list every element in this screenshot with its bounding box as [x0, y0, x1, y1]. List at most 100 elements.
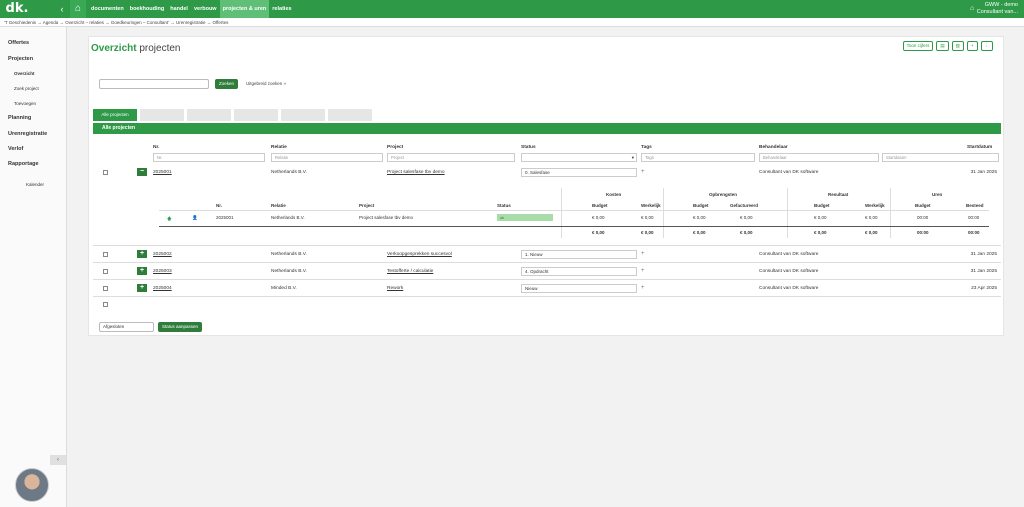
row-checkbox[interactable] — [103, 286, 108, 291]
filter-status-select[interactable]: ▾ — [521, 153, 637, 162]
menu-verbouw[interactable]: verbouw — [191, 0, 220, 18]
user-avatar[interactable] — [15, 468, 49, 502]
collapse-sidebar-icon[interactable]: ‹ — [50, 455, 66, 465]
add-tag-icon[interactable]: + — [641, 285, 645, 291]
row-project-link[interactable]: Testofferte / calculatie — [387, 269, 433, 274]
row-relatie: Netherlands B.V. — [271, 170, 307, 175]
sub-col-uren-besteed: Besteed — [966, 203, 984, 208]
col-header-nr[interactable]: Nr. — [153, 145, 159, 150]
row-checkbox[interactable] — [103, 252, 108, 257]
filter-tags[interactable]: Tags — [641, 153, 755, 162]
arrow-up-icon[interactable]: 🡅 — [167, 215, 172, 223]
sidebar-subitem-overzicht[interactable]: Overzicht — [14, 71, 35, 76]
tab-5[interactable] — [281, 109, 325, 121]
row-project-link[interactable]: Verkoopgesprekken succesvol — [387, 252, 452, 257]
col-header-project[interactable]: Project — [387, 145, 403, 150]
row-project-link[interactable]: Rework — [387, 286, 403, 291]
status-select[interactable]: Afgesloten — [99, 322, 154, 332]
row-checkbox[interactable] — [103, 269, 108, 274]
add-icon[interactable]: + — [966, 41, 978, 51]
main-panel: Overzicht projecten Toon cijfers ▤ ▥ + ⋮… — [88, 36, 1004, 336]
tab-4[interactable] — [234, 109, 278, 121]
col-header-tags[interactable]: Tags — [641, 145, 652, 150]
row-status-select[interactable]: Nieuw — [521, 284, 637, 293]
menu-boekhouding[interactable]: boekhouding — [127, 0, 168, 18]
col-header-behandelaar[interactable]: Behandelaar — [759, 145, 788, 150]
tab-2[interactable] — [140, 109, 184, 121]
tab-3[interactable] — [187, 109, 231, 121]
sub-relatie: Netherlands B.V. — [271, 215, 305, 220]
sidebar-item-rapportage[interactable]: Rapportage — [8, 161, 39, 167]
sidebar-item-kalender[interactable]: Kalender — [26, 182, 44, 187]
row-checkbox[interactable] — [103, 170, 108, 175]
sub-value: 00:00 — [968, 215, 980, 220]
menu-documenten[interactable]: documenten — [88, 0, 127, 18]
group-kosten: Kosten — [606, 192, 622, 197]
row-status-select[interactable]: 0. Salesfase — [521, 168, 637, 177]
save-icon[interactable]: ▤ — [936, 41, 949, 51]
menu-relaties[interactable]: relaties — [269, 0, 294, 18]
chevron-left-icon[interactable]: ‹ — [56, 0, 68, 18]
document-icon[interactable]: ▥ — [951, 41, 964, 51]
add-tag-icon[interactable]: + — [641, 251, 645, 257]
row-status-select[interactable]: 1. Nieuw — [521, 250, 637, 259]
sidebar-subitem-toevoegen[interactable]: Toevoegen — [14, 101, 36, 106]
sub-total: € 0,00 — [740, 230, 753, 235]
dk-logo[interactable]: dk. — [0, 0, 34, 18]
filter-nr[interactable]: Nr. — [153, 153, 265, 162]
sub-value: 00:00 — [917, 215, 929, 220]
sub-nr: 2025001 — [216, 215, 234, 220]
sidebar-item-offertes[interactable]: Offertes — [8, 40, 29, 46]
toon-cijfers-button[interactable]: Toon cijfers — [902, 41, 934, 51]
sidebar-item-projecten[interactable]: Projecten — [8, 56, 33, 62]
collapse-row-button[interactable]: − — [137, 168, 147, 176]
row-nr-link[interactable]: 2025004 — [153, 286, 172, 291]
row-behandelaar: Consultant van DK software — [759, 286, 819, 291]
search-button[interactable]: Zoeken — [215, 79, 239, 89]
sidebar: Offertes Projecten Overzicht Zoek projec… — [0, 27, 67, 507]
home-icon[interactable]: ⌂ — [70, 0, 86, 18]
filter-startdatum[interactable]: Startdatum — [882, 153, 999, 162]
col-header-startdatum[interactable]: Startdatum — [967, 145, 992, 150]
select-all-checkbox[interactable] — [103, 302, 108, 307]
search-input[interactable] — [99, 79, 209, 89]
expand-row-button[interactable]: + — [137, 284, 147, 292]
add-tag-icon[interactable]: + — [641, 268, 645, 274]
sub-total: € 0,00 — [641, 230, 654, 235]
menu-handel[interactable]: handel — [167, 0, 191, 18]
status-aanpassen-button[interactable]: Status aanpassen — [158, 322, 203, 332]
bell-icon[interactable]: ⌂ — [970, 0, 974, 18]
sidebar-item-verlof[interactable]: Verlof — [8, 146, 23, 152]
sidebar-item-urenregistratie[interactable]: Urenregistratie — [8, 131, 47, 137]
row-behandelaar: Consultant van DK software — [759, 252, 819, 257]
row-nr-link[interactable]: 2025002 — [153, 252, 172, 257]
menu-projecten-uren[interactable]: projecten & uren — [219, 0, 270, 18]
row-status-select[interactable]: 4. Opdracht — [521, 267, 637, 276]
row-startdatum: 31 Jan 2025 — [970, 170, 997, 175]
col-header-status[interactable]: Status — [521, 145, 536, 150]
sub-project: Project salesfase tbv demo — [359, 215, 414, 220]
tab-alle-projecten[interactable]: Alle projecten — [93, 109, 137, 121]
tab-6[interactable] — [328, 109, 372, 121]
sub-value: € 0,00 — [814, 215, 827, 220]
sub-col-opbr-budget: Budget — [693, 203, 709, 208]
expand-row-button[interactable]: + — [137, 250, 147, 258]
user-menu[interactable]: GWW - demo Consultant van... — [977, 2, 1018, 15]
add-tag-icon[interactable]: + — [641, 169, 645, 175]
sidebar-subitem-zoek-project[interactable]: Zoek project — [14, 86, 39, 91]
breadcrumb[interactable]: 'T Geschiedenis → Agenda → Overzicht – r… — [0, 18, 1024, 27]
filter-project[interactable]: Project — [387, 153, 515, 162]
menu-icon[interactable]: ⋮ — [980, 41, 993, 51]
sub-col-kosten-werkelijk: Werkelijk — [641, 203, 661, 208]
filter-behandelaar[interactable]: Behandelaar — [759, 153, 879, 162]
filter-relatie[interactable]: Relatie — [271, 153, 383, 162]
row-project-link[interactable]: Project salesfase tbv demo — [387, 170, 445, 175]
sub-col-nr: Nr. — [216, 203, 223, 208]
row-nr-link[interactable]: 2025003 — [153, 269, 172, 274]
row-nr-link[interactable]: 2025001 — [153, 170, 172, 175]
sidebar-item-planning[interactable]: Planning — [8, 115, 31, 121]
advanced-search-link[interactable]: Uitgebreid zoeken » — [246, 79, 286, 89]
sub-value: € 0,00 — [641, 215, 654, 220]
col-header-relatie[interactable]: Relatie — [271, 145, 287, 150]
expand-row-button[interactable]: + — [137, 267, 147, 275]
